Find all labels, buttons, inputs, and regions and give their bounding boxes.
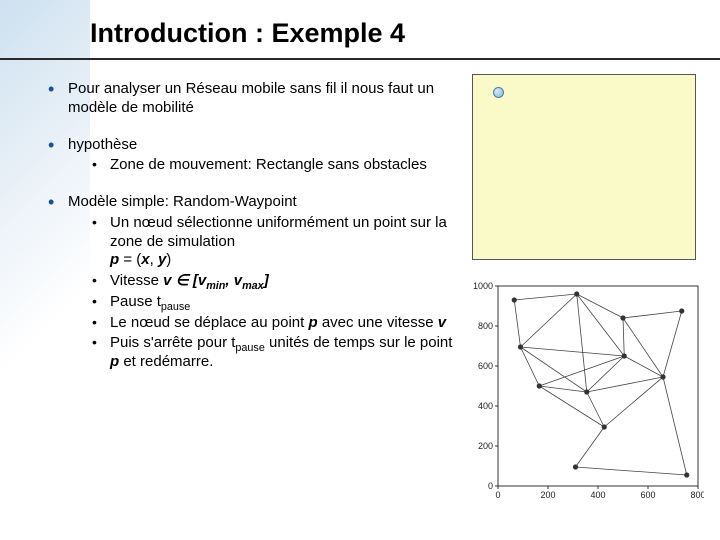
b33-sub: pause [161, 301, 190, 313]
b34-mid: avec une vitesse [318, 314, 438, 331]
eq-comma: , [150, 251, 158, 268]
b35-sub: pause [235, 342, 264, 354]
waypoint-graph-chart: 0 200 400 600 800 1000 0 200 400 600 800 [470, 280, 704, 504]
b35-p: p [110, 353, 119, 370]
bullet-3-text: Modèle simple: Random-Waypoint [68, 193, 297, 210]
bullet-3: Modèle simple: Random-Waypoint Un nœud s… [40, 193, 460, 372]
b32-in: ∈ [ [171, 272, 197, 289]
b32-c: , [225, 272, 233, 289]
b32-pre: Vitesse [110, 272, 163, 289]
svg-text:600: 600 [478, 361, 493, 371]
bullet-2: hypothèse Zone de mouvement: Rectangle s… [40, 136, 460, 176]
title-underline [0, 58, 720, 60]
b34-pre: Le nœud se déplace au point [110, 314, 308, 331]
b35-pre: Puis s'arrête pour t [110, 334, 235, 351]
svg-text:200: 200 [540, 490, 555, 500]
svg-text:400: 400 [478, 401, 493, 411]
mobility-zone-illustration [472, 74, 696, 260]
svg-text:200: 200 [478, 441, 493, 451]
b32-close: ] [264, 272, 269, 289]
bullet-3-1: Un nœud sélectionne uniformément un poin… [92, 214, 460, 270]
svg-text:800: 800 [690, 490, 704, 500]
b34-p: p [308, 314, 317, 331]
b34-v: v [438, 314, 446, 331]
svg-text:0: 0 [495, 490, 500, 500]
b35-mid: unités de temps sur le point [265, 334, 453, 351]
eq-open: = ( [119, 251, 141, 268]
b32-min: min [206, 280, 225, 292]
bullet-2-1: Zone de mouvement: Rectangle sans obstac… [92, 156, 460, 175]
slide-title: Introduction : Exemple 4 [90, 18, 405, 49]
svg-text:800: 800 [478, 321, 493, 331]
bullet-2-text: hypothèse [68, 136, 137, 153]
eq-close: ) [166, 251, 171, 268]
bullet-3-5: Puis s'arrête pour tpause unités de temp… [92, 334, 460, 372]
b32-vmax: v [234, 272, 242, 289]
bullet-3-4: Le nœud se déplace au point p avec une v… [92, 314, 460, 333]
b32-vmin: v [198, 272, 206, 289]
b32-max: max [242, 280, 264, 292]
svg-text:400: 400 [590, 490, 605, 500]
svg-text:600: 600 [640, 490, 655, 500]
slide-body: Pour analyser un Réseau mobile sans fil … [40, 80, 460, 390]
eq-p: p [110, 251, 119, 268]
bullet-1: Pour analyser un Réseau mobile sans fil … [40, 80, 460, 118]
mobile-node-icon [493, 87, 504, 98]
bullet-3-2: Vitesse v ∈ [vmin, vmax] [92, 272, 460, 291]
bullet-3-3: Pause tpause [92, 293, 460, 312]
eq-x: x [141, 251, 149, 268]
b33-pre: Pause t [110, 293, 161, 310]
svg-text:0: 0 [488, 481, 493, 491]
svg-text:1000: 1000 [473, 281, 493, 291]
bullet-3-1-text: Un nœud sélectionne uniformément un poin… [110, 214, 447, 250]
b35-end: et redémarre. [119, 353, 213, 370]
